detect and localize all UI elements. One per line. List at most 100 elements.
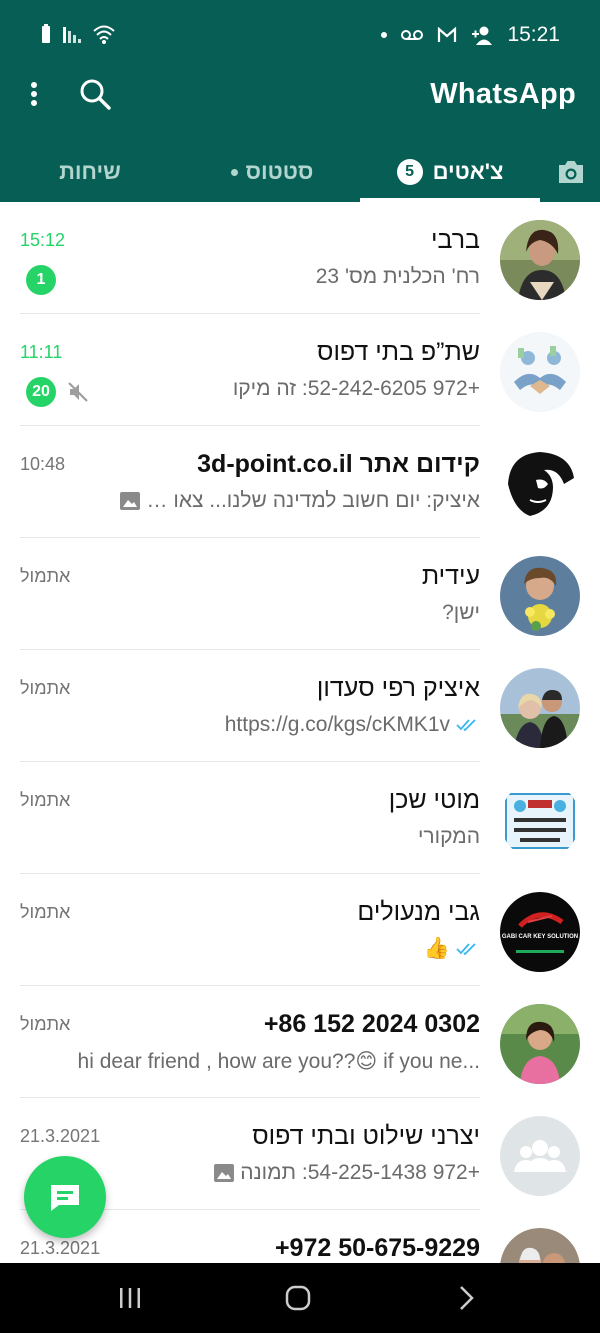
tab-bar: שיחות סטטוס 5 צ'אטים (0, 142, 600, 203)
chat-preview-text[interactable]: https://g.co/kgs/cKMK1v (225, 713, 450, 737)
chat-preview-text: המקורי (417, 825, 480, 848)
chat-preview-text: איציק: יום חשוב למדינה שלנו... צאו לבחו.… (146, 489, 480, 512)
chat-row[interactable]: GABI CAR KEY SOLUTION גבי מנעולים 👍 אתמו… (0, 874, 600, 986)
chat-row[interactable]: מוטי שכן המקורי אתמול (0, 762, 600, 874)
recent-apps-icon (120, 1288, 140, 1308)
chat-time: אתמול (20, 678, 71, 698)
chat-preview: המקורי (120, 825, 480, 849)
chat-name: עידית (421, 562, 480, 590)
new-chat-icon (51, 1185, 79, 1211)
home-button[interactable] (278, 1283, 318, 1313)
status-left-icons (40, 24, 116, 44)
tab-status-label: סטטוס (245, 159, 314, 184)
chat-preview-text: 👍 (423, 937, 450, 960)
status-right-icons: 15:21 (381, 23, 560, 47)
avatar[interactable] (500, 556, 580, 636)
menu-dot (31, 91, 37, 97)
chats-unread-badge: 5 (396, 159, 423, 185)
chat-name: איציק רפי סעדון (316, 674, 480, 702)
chat-preview: https://g.co/kgs/cKMK1v (120, 713, 480, 737)
chat-preview-text: +972 54-225-1438: תמונה (240, 1161, 480, 1184)
chat-preview: איציק: יום חשוב למדינה שלנו... צאו לבחו.… (120, 489, 480, 513)
signal-icon (63, 27, 81, 43)
tab-chats-label: צ'אטים (432, 159, 504, 184)
recent-apps-button[interactable] (110, 1283, 150, 1313)
chat-time: 21.3.2021 (20, 1126, 101, 1146)
chat-time: אתמול (20, 1014, 71, 1034)
app-title: WhatsApp (430, 78, 576, 110)
chat-preview-text: ישן? (442, 601, 480, 624)
chat-time: 21.3.2021 (20, 1238, 101, 1258)
chat-name: מוטי שכן (388, 786, 480, 814)
more-options-button[interactable] (22, 78, 46, 110)
tab-status[interactable]: סטטוס (222, 142, 322, 202)
group-icon (514, 1140, 566, 1172)
chat-name: קידום אתר 3d-point.co.il (197, 450, 480, 478)
search-icon[interactable] (78, 77, 112, 111)
avatar[interactable]: GABI CAR KEY SOLUTION (500, 892, 580, 972)
new-chat-button[interactable] (24, 1156, 106, 1238)
image-icon (214, 1164, 235, 1182)
status-update-dot (230, 168, 238, 176)
back-icon (460, 1286, 474, 1310)
status-time: 15:21 (507, 23, 560, 46)
chat-time: אתמול (20, 566, 71, 586)
avatar[interactable] (500, 780, 580, 860)
chat-row[interactable]: ברבי רח' הכלנית מס' 23 15:12 1 (0, 202, 600, 314)
chat-preview: +972 52-242-6205: זה מיקו (120, 377, 480, 401)
chat-time: אתמול (20, 902, 71, 922)
chat-row[interactable]: קידום אתר 3d-point.co.il איציק: יום חשוב… (0, 426, 600, 538)
unread-count-badge: 20 (26, 377, 56, 407)
tab-camera[interactable] (552, 142, 590, 202)
chat-name: גבי מנעולים (357, 898, 480, 926)
voicemail-icon (401, 30, 424, 40)
system-nav-bar (0, 1263, 600, 1333)
status-bar: 15:21 (0, 0, 600, 52)
avatar[interactable] (500, 668, 580, 748)
avatar[interactable] (500, 1116, 580, 1196)
chat-time: 10:48 (20, 454, 66, 474)
avatar-logo-text: GABI CAR KEY SOLUTION (502, 934, 578, 940)
chat-preview: רח' הכלנית מס' 23 (120, 265, 480, 289)
chat-list: ברבי רח' הכלנית מס' 23 15:12 1 שת”פ בתי … (0, 202, 600, 1263)
chat-preview-text: רח' הכלנית מס' 23 (315, 265, 480, 288)
tab-calls-label: שיחות (59, 159, 121, 184)
app-bar: WhatsApp שיחות סטטוס 5 צ'אטים (0, 52, 600, 203)
chat-preview-text: hi dear friend , how are you??😊 if you n… (77, 1050, 480, 1073)
muted-icon (68, 382, 88, 402)
chat-time: 15:12 (20, 230, 66, 250)
chat-name: +86 152 2024 0302 (263, 1010, 480, 1038)
unread-count-badge: 1 (26, 265, 56, 295)
avatar[interactable] (500, 444, 580, 524)
chat-name: שת”פ בתי דפוס (317, 338, 480, 366)
camera-icon (559, 161, 583, 183)
notification-dot-icon (381, 32, 388, 38)
menu-dot (31, 82, 37, 88)
chat-row[interactable]: +86 152 2024 0302 hi dear friend , how a… (0, 986, 600, 1098)
image-icon (120, 492, 140, 510)
chat-time: 11:11 (20, 342, 63, 362)
chat-preview: hi dear friend , how are you??😊 if you n… (25, 1049, 480, 1074)
chat-row[interactable]: איציק רפי סעדון https://g.co/kgs/cKMK1v … (0, 650, 600, 762)
avatar[interactable] (500, 332, 580, 412)
back-button[interactable] (446, 1283, 486, 1313)
menu-dot (31, 100, 37, 106)
gmail-icon (438, 27, 457, 42)
chat-row[interactable]: עידית ישן? אתמול (0, 538, 600, 650)
tab-calls[interactable]: שיחות (40, 142, 140, 202)
chat-name: ברבי (430, 226, 480, 254)
chat-name: יצרני שילוט ובתי דפוס (252, 1122, 480, 1150)
add-person-icon (472, 26, 493, 45)
read-ticks-icon (456, 943, 476, 956)
chat-preview: +972 54-225-1438: תמונה (120, 1161, 480, 1185)
chat-row[interactable]: שת”פ בתי דפוס +972 52-242-6205: זה מיקו … (0, 314, 600, 426)
avatar[interactable] (500, 1004, 580, 1084)
avatar[interactable] (500, 220, 580, 300)
chat-time: אתמול (20, 790, 71, 810)
home-icon (285, 1285, 311, 1311)
chat-preview: 👍 (120, 937, 480, 961)
tab-chats[interactable]: 5 צ'אטים (362, 142, 538, 202)
chat-name: +972 50-675-9229 (274, 1234, 480, 1262)
wifi-icon (93, 25, 115, 44)
avatar[interactable] (500, 1228, 580, 1263)
